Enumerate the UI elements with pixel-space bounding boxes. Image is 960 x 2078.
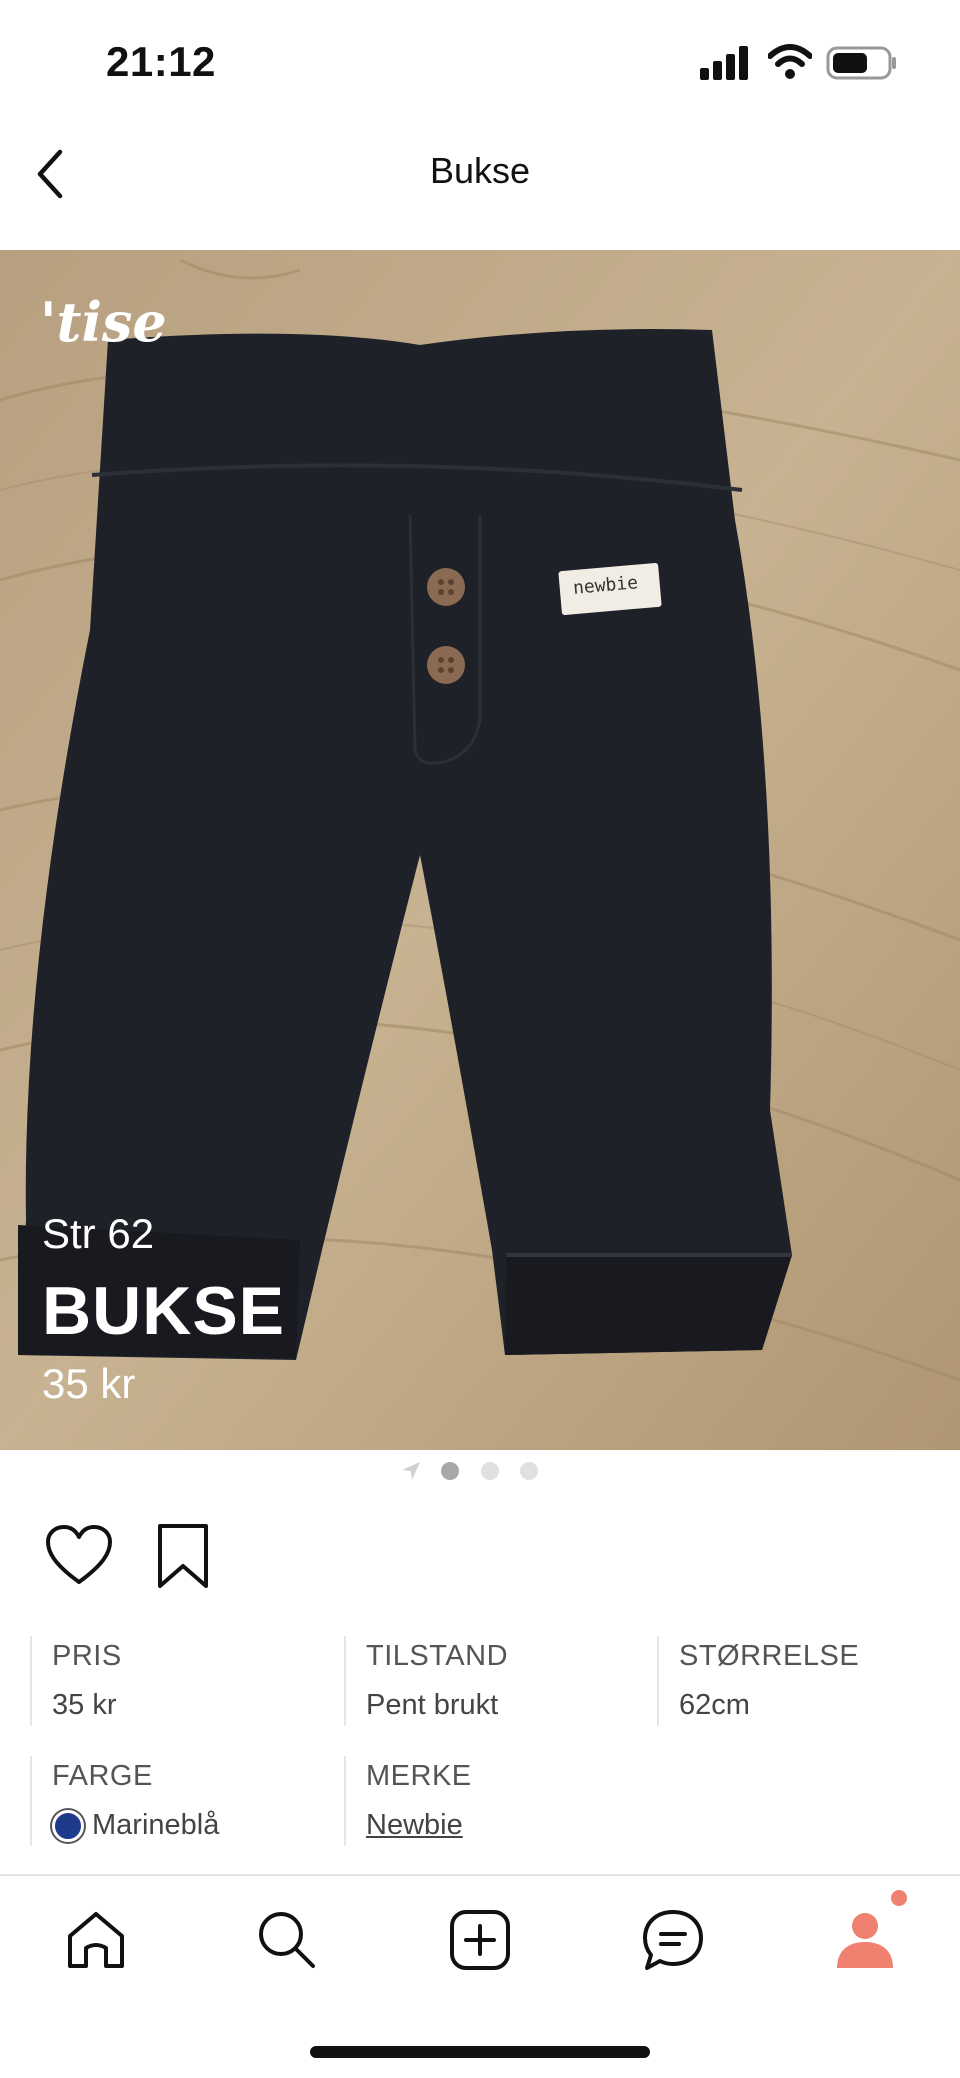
attr-size: STØRRELSE 62cm (657, 1636, 959, 1726)
tab-add[interactable] (444, 1904, 516, 1976)
tab-profile[interactable] (829, 1904, 901, 1976)
chat-icon (643, 1910, 703, 1970)
attr-price-label: PRIS (52, 1640, 122, 1672)
status-bar: 21:12 (0, 0, 960, 110)
brand-link[interactable]: Newbie (366, 1809, 463, 1842)
attr-price-value: 35 kr (52, 1689, 117, 1721)
attr-size-label: STØRRELSE (679, 1640, 860, 1672)
pager-dot[interactable] (481, 1462, 499, 1480)
attr-condition-value: Pent brukt (366, 1689, 499, 1721)
pager-dot[interactable] (441, 1462, 459, 1480)
pager-dot[interactable] (520, 1462, 538, 1480)
tab-search[interactable] (251, 1904, 323, 1976)
battery-icon (826, 46, 896, 80)
status-time: 21:12 (106, 38, 216, 85)
add-icon (450, 1910, 510, 1970)
attr-condition: TILSTAND Pent brukt (344, 1636, 656, 1726)
tab-messages[interactable] (637, 1904, 709, 1976)
attr-color: FARGE Marineblå (30, 1756, 342, 1846)
attr-color-label: FARGE (52, 1760, 153, 1792)
cellular-signal-icon (700, 46, 748, 80)
overlay-size: Str 62 (42, 1210, 155, 1257)
nav-bar: Bukse (0, 120, 960, 230)
wifi-icon (768, 44, 812, 79)
bookmark-icon (158, 1524, 208, 1588)
save-button[interactable] (150, 1522, 216, 1592)
tab-bar (0, 1874, 960, 2006)
attr-condition-label: TILSTAND (366, 1640, 509, 1672)
attr-size-value: 62cm (679, 1689, 750, 1721)
location-arrow-icon (402, 1462, 420, 1480)
attr-color-value: Marineblå (92, 1809, 220, 1841)
notification-badge (891, 1890, 907, 1906)
tab-home[interactable] (60, 1904, 132, 1976)
overlay-title: BUKSE (42, 1273, 286, 1349)
attr-brand: MERKE Newbie (344, 1756, 656, 1846)
image-pager (0, 1458, 960, 1484)
product-image[interactable]: newbie (0, 250, 960, 1450)
home-indicator (310, 2046, 650, 2058)
tise-logo: 'tise (40, 290, 167, 354)
search-icon (259, 1912, 315, 1968)
page-title: Bukse (429, 150, 531, 191)
like-button[interactable] (44, 1524, 114, 1588)
profile-icon (837, 1913, 893, 1968)
overlay-price: 35 kr (42, 1360, 136, 1407)
attr-brand-label: MERKE (366, 1760, 472, 1792)
home-icon (68, 1912, 124, 1968)
color-swatch (52, 1809, 84, 1842)
heart-icon (46, 1525, 112, 1584)
attr-price: PRIS 35 kr (30, 1636, 342, 1726)
